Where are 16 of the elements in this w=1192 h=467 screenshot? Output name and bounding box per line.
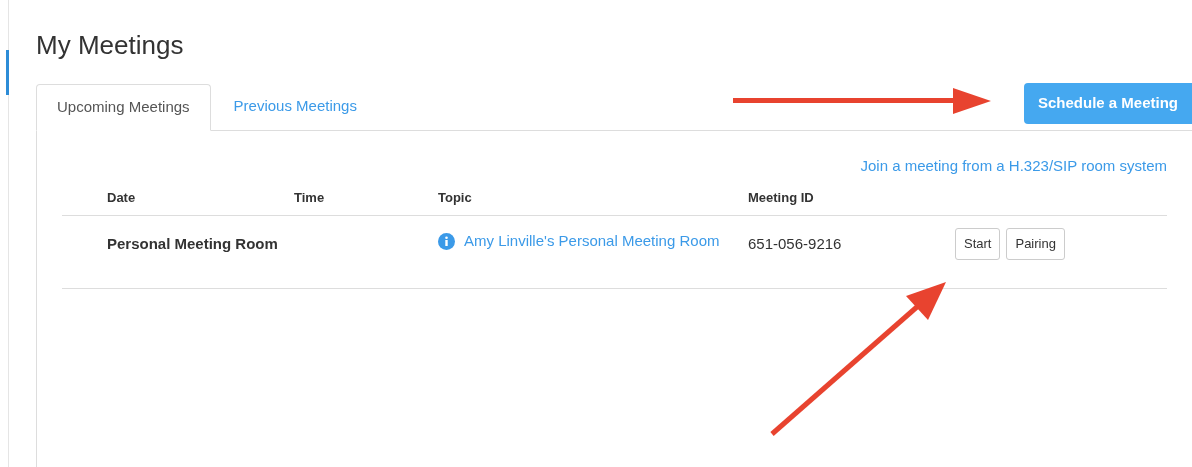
action-button[interactable]: Start <box>955 228 1001 260</box>
action-button[interactable]: Pairing <box>1006 228 1065 260</box>
tab[interactable]: Upcoming Meetings <box>36 84 211 131</box>
topic-link[interactable]: Amy Linville's Personal Meeting Room <box>464 228 744 254</box>
date-cell: Personal Meeting Room <box>107 235 278 252</box>
join-room-system-link[interactable]: Join a meeting from a H.323/SIP room system <box>860 155 1167 186</box>
column-header: Topic <box>438 189 472 207</box>
schedule-meeting-button[interactable]: Schedule a Meeting <box>1023 83 1192 124</box>
meeting-id-cell: 651-056-9216 <box>748 235 842 252</box>
tab[interactable]: Previous Meetings <box>210 83 380 130</box>
column-header: Date <box>106 189 136 207</box>
column-header: Meeting ID <box>748 189 814 207</box>
page-title: My Meetings <box>36 29 185 62</box>
active-marker <box>6 50 9 95</box>
info-icon <box>438 233 455 250</box>
column-header: Time <box>294 189 325 207</box>
